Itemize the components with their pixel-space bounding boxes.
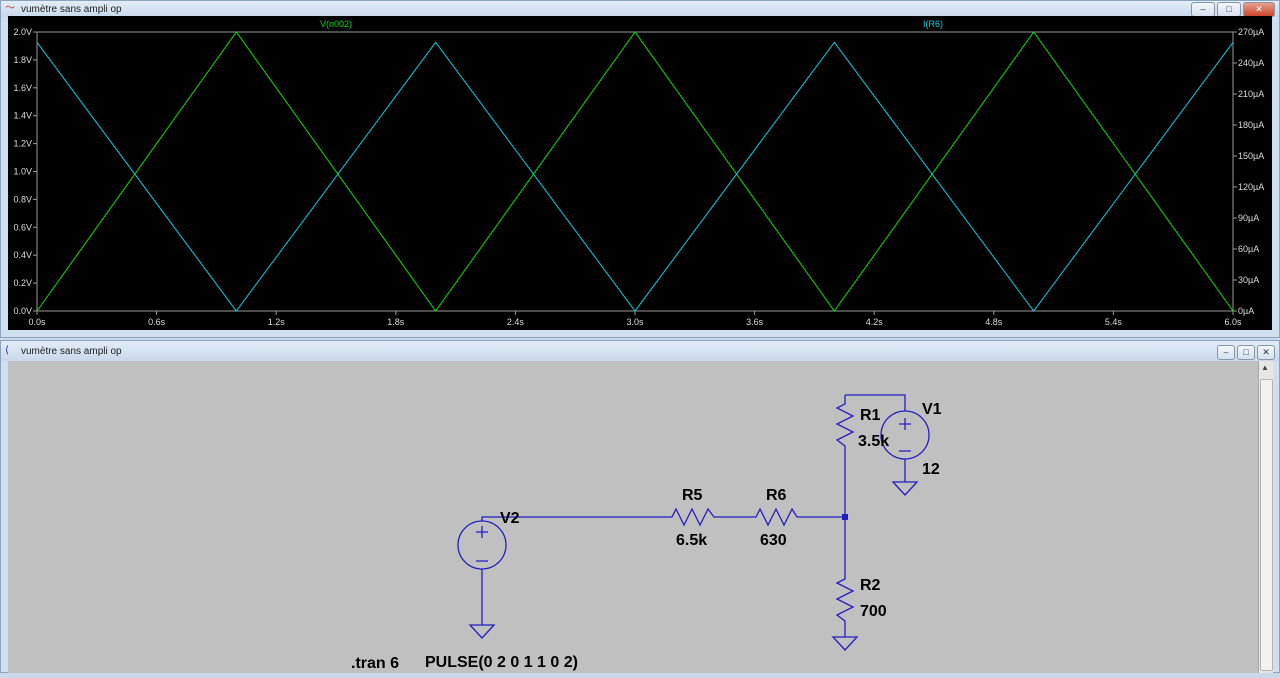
- r2-value[interactable]: 700: [860, 603, 887, 620]
- r1-value[interactable]: 3.5k: [858, 433, 889, 450]
- legend-vn002: V(n002): [320, 19, 352, 29]
- ground-icon: [891, 481, 919, 496]
- right-tick-label: 0µA: [1238, 306, 1254, 316]
- schematic-svg: V2 PULSE(0 2 0 1 1 0 2) .tran 6 R5 6.5k …: [351, 394, 942, 672]
- schematic-app-icon: ⟨: [5, 345, 9, 356]
- v2-value[interactable]: PULSE(0 2 0 1 1 0 2): [425, 654, 578, 671]
- x-tick-label: 1.2s: [268, 317, 286, 327]
- schematic-title: vumètre sans ampli op: [21, 345, 122, 357]
- left-tick-label: 1.8V: [13, 55, 32, 65]
- legend-ir6: I(R6): [923, 19, 943, 29]
- scroll-up-icon[interactable]: ▲: [1261, 363, 1269, 372]
- x-tick-label: 4.8s: [985, 317, 1003, 327]
- plot-svg: 0.0V 0.2V 0.4V 0.6V 0.8V 1.0V 1.2V 1.4V 1.6V 1.8V…: [13, 19, 1264, 327]
- maximize-button[interactable]: □: [1217, 2, 1241, 17]
- v1-label[interactable]: V1: [922, 401, 942, 418]
- waveform-title: vumètre sans ampli op: [21, 3, 122, 15]
- waveform-title-bar[interactable]: 〜 vumètre sans ampli op – □ ✕: [1, 1, 1279, 17]
- resistor-r6[interactable]: [752, 507, 800, 527]
- right-tick-label: 60µA: [1238, 244, 1259, 254]
- right-tick-label: 270µA: [1238, 27, 1264, 37]
- left-tick-label: 1.2V: [13, 139, 32, 149]
- left-tick-label: 0.6V: [13, 222, 32, 232]
- right-tick-label: 240µA: [1238, 58, 1264, 68]
- ground-icon: [831, 636, 859, 651]
- plot-frame: [36, 31, 1234, 312]
- right-tick-label: 30µA: [1238, 275, 1259, 285]
- tran-directive[interactable]: .tran 6: [351, 655, 399, 672]
- ground-icon: [468, 624, 496, 639]
- v2-label[interactable]: V2: [500, 510, 520, 527]
- r2-label[interactable]: R2: [860, 577, 881, 594]
- scrollbar-thumb[interactable]: [1260, 379, 1273, 671]
- waveform-plot[interactable]: 0.0V 0.2V 0.4V 0.6V 0.8V 1.0V 1.2V 1.4V 1.6V 1.8V…: [8, 16, 1272, 330]
- schematic-minimize-button[interactable]: –: [1217, 345, 1235, 360]
- v1-value[interactable]: 12: [922, 461, 940, 478]
- vertical-scrollbar[interactable]: ▲: [1258, 361, 1273, 673]
- minimize-button[interactable]: –: [1191, 2, 1215, 17]
- schematic-close-button[interactable]: ✕: [1257, 345, 1275, 360]
- resistor-r5[interactable]: [668, 507, 718, 527]
- r6-label[interactable]: R6: [766, 487, 787, 504]
- right-tick-label: 210µA: [1238, 89, 1264, 99]
- x-tick-label: 2.4s: [507, 317, 525, 327]
- right-tick-label: 180µA: [1238, 120, 1264, 130]
- x-tick-label: 3.6s: [746, 317, 764, 327]
- x-tick-label: 4.2s: [866, 317, 884, 327]
- resistor-r2[interactable]: [835, 575, 855, 625]
- resistor-r1[interactable]: [835, 400, 855, 450]
- left-tick-label: 2.0V: [13, 27, 32, 37]
- left-tick-label: 0.4V: [13, 250, 32, 260]
- right-tick-label: 90µA: [1238, 213, 1259, 223]
- r5-label[interactable]: R5: [682, 487, 703, 504]
- x-tick-label: 3.0s: [626, 317, 644, 327]
- left-tick-label: 1.4V: [13, 111, 32, 121]
- series-line-vn002: [36, 31, 1234, 312]
- schematic-title-bar[interactable]: ⟨ vumètre sans ampli op – □ ✕: [1, 341, 1279, 361]
- schematic-maximize-button[interactable]: □: [1237, 345, 1255, 360]
- close-button[interactable]: ✕: [1243, 2, 1275, 17]
- r5-value[interactable]: 6.5k: [676, 532, 707, 549]
- left-tick-label: 0.8V: [13, 194, 32, 204]
- x-tick-label: 6.0s: [1224, 317, 1242, 327]
- right-tick-label: 150µA: [1238, 151, 1264, 161]
- left-tick-label: 0.0V: [13, 306, 32, 316]
- waveform-app-icon: 〜: [5, 3, 15, 14]
- left-tick-label: 1.6V: [13, 83, 32, 93]
- left-tick-label: 0.2V: [13, 278, 32, 288]
- r6-value[interactable]: 630: [760, 532, 787, 549]
- x-tick-label: 5.4s: [1105, 317, 1123, 327]
- left-tick-label: 1.0V: [13, 167, 32, 177]
- x-tick-label: 1.8s: [387, 317, 405, 327]
- schematic-canvas[interactable]: V2 PULSE(0 2 0 1 1 0 2) .tran 6 R5 6.5k …: [8, 361, 1258, 673]
- junction-dot: [842, 514, 848, 520]
- series-line-ir6: [36, 41, 1234, 312]
- x-tick-label: 0.6s: [148, 317, 166, 327]
- x-tick-label: 0.0s: [28, 317, 46, 327]
- r1-label[interactable]: R1: [860, 407, 881, 424]
- right-tick-label: 120µA: [1238, 182, 1264, 192]
